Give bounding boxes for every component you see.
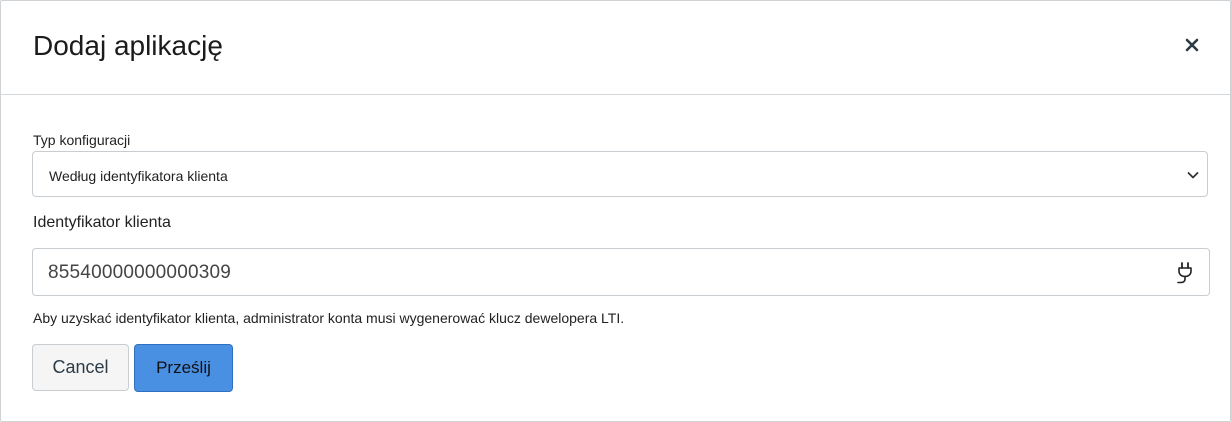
submit-button[interactable]: Prześlij [134, 344, 233, 392]
client-id-input[interactable]: 85540000000000309 [32, 248, 1210, 296]
plug-icon [1175, 261, 1195, 290]
config-type-select[interactable]: Według identyfikatora klienta [32, 151, 1208, 197]
config-type-selected-value: Według identyfikatora klienta [49, 168, 228, 184]
dialog-header: Dodaj aplikację [1, 1, 1230, 95]
config-type-label: Typ konfiguracji [33, 132, 131, 148]
client-id-hint: Aby uzyskać identyfikator klienta, admin… [33, 310, 625, 326]
client-id-value: 85540000000000309 [48, 262, 232, 283]
client-id-label: Identyfikator klienta [33, 214, 171, 231]
cancel-button[interactable]: Cancel [32, 344, 129, 391]
close-button[interactable] [1177, 30, 1207, 60]
chevron-down-icon [1187, 168, 1199, 186]
close-icon [1185, 38, 1199, 52]
add-app-dialog: Dodaj aplikację Typ konfiguracji Według … [0, 0, 1231, 422]
dialog-title: Dodaj aplikację [33, 30, 223, 61]
